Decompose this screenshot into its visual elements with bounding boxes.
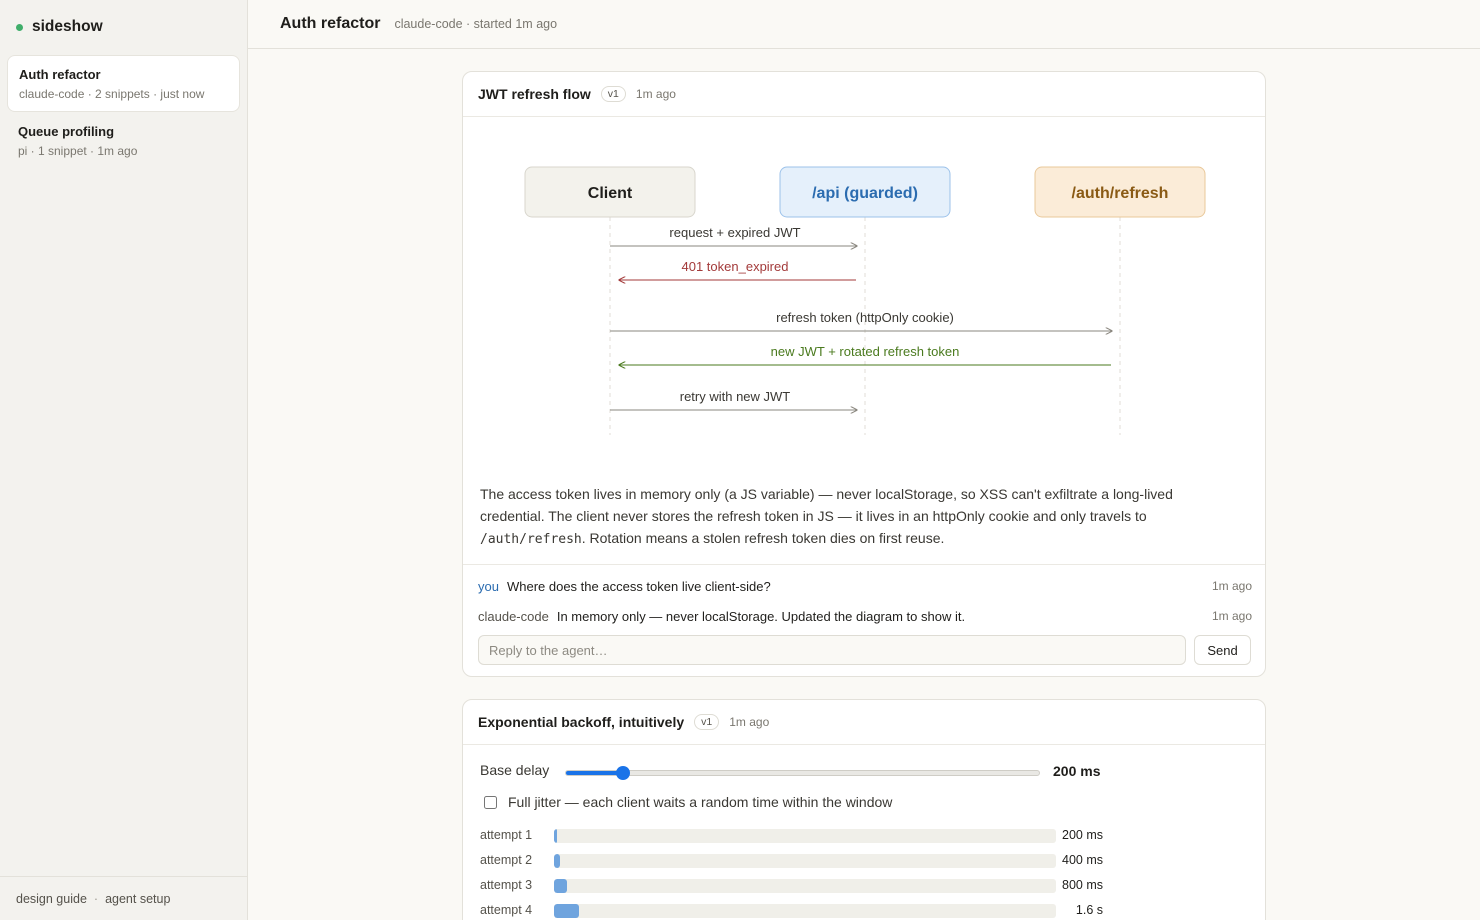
snippet-card-jwt: JWT refresh flow v1 1m ago Client /api (… bbox=[462, 71, 1266, 677]
message-author: claude-code bbox=[478, 608, 549, 624]
attempt-fill bbox=[554, 904, 580, 918]
attempt-bar bbox=[554, 879, 1056, 893]
attempt-value: 400 ms bbox=[1062, 853, 1103, 867]
sequence-diagram: Client /api (guarded) /auth/refresh requ… bbox=[524, 166, 1206, 435]
attempt-bar bbox=[554, 829, 1056, 843]
attempt-value: 200 ms bbox=[1062, 828, 1103, 842]
jitter-toggle[interactable]: Full jitter — each client waits a random… bbox=[484, 794, 892, 810]
base-delay-row: Base delay bbox=[480, 762, 549, 778]
status-dot-icon bbox=[16, 23, 23, 31]
page-meta: claude-code · started 1m ago bbox=[394, 17, 558, 31]
chat-thread: you Where does the access token live cli… bbox=[463, 564, 1265, 665]
attempt-label: attempt 4 bbox=[480, 903, 533, 917]
attempt-label: attempt 2 bbox=[480, 853, 533, 867]
send-button[interactable]: Send bbox=[1194, 635, 1251, 665]
attempt-label: attempt 3 bbox=[480, 878, 533, 892]
message-label: 401 token_expired bbox=[682, 259, 789, 274]
jitter-label: Full jitter — each client waits a random… bbox=[508, 794, 893, 810]
attempt-bar bbox=[554, 904, 1056, 918]
session-item-auth-refactor[interactable]: Auth refactor claude-code · 2 snippets ·… bbox=[7, 55, 240, 112]
attempt-value: 800 ms bbox=[1062, 878, 1103, 892]
message-401: 401 token_expired bbox=[619, 259, 856, 280]
session-title: Auth refactor bbox=[19, 67, 101, 82]
card-time: 1m ago bbox=[729, 715, 770, 729]
message-author: you bbox=[478, 578, 499, 594]
attempt-value: 1.6 s bbox=[1075, 903, 1103, 917]
card-title: JWT refresh flow bbox=[478, 86, 591, 102]
sidebar-footer: design guide · agent setup bbox=[0, 876, 248, 920]
version-badge: v1 bbox=[600, 86, 626, 102]
attempt-row: attempt 4 1.6 s bbox=[480, 903, 1120, 919]
sidebar: sideshow Auth refactor claude-code · 2 s… bbox=[0, 0, 248, 920]
participant-auth: /auth/refresh bbox=[1034, 166, 1206, 218]
chat-message: claude-code In memory only — never local… bbox=[478, 606, 1252, 626]
chat-message: you Where does the access token live cli… bbox=[478, 576, 1252, 596]
session-meta: pi · 1 snippet · 1m ago bbox=[18, 144, 138, 158]
footer-separator: · bbox=[93, 891, 99, 906]
snippet-card-backoff: Exponential backoff, intuitively v1 1m a… bbox=[462, 699, 1266, 920]
message-request: request + expired JWT bbox=[610, 225, 857, 246]
message-refresh: refresh token (httpOnly cookie) bbox=[610, 310, 1112, 331]
participant-label: Client bbox=[588, 185, 633, 202]
attempt-bar bbox=[554, 854, 1056, 868]
design-guide-link[interactable]: design guide bbox=[16, 892, 87, 906]
participant-api: /api (guarded) bbox=[779, 166, 951, 218]
slider-label: Base delay bbox=[480, 762, 550, 778]
description-code: /auth/refresh bbox=[480, 532, 582, 547]
card-time: 1m ago bbox=[635, 87, 676, 101]
version-badge: v1 bbox=[694, 714, 720, 730]
card-header: JWT refresh flow v1 1m ago bbox=[463, 72, 1265, 117]
session-item-queue-profiling[interactable]: Queue profiling pi · 1 snippet · 1m ago bbox=[7, 113, 240, 170]
snippet-description: The access token lives in memory only (a… bbox=[480, 483, 1240, 551]
slider-value: 200 ms bbox=[1053, 763, 1101, 779]
description-text: . Rotation means a stolen refresh token … bbox=[581, 530, 945, 546]
page-header: Auth refactor claude-code · started 1m a… bbox=[248, 0, 1480, 49]
brand: sideshow bbox=[16, 18, 103, 36]
message-label: request + expired JWT bbox=[669, 225, 800, 240]
message-label: refresh token (httpOnly cookie) bbox=[776, 310, 954, 325]
attempt-label: attempt 1 bbox=[480, 828, 533, 842]
attempt-row: attempt 3 800 ms bbox=[480, 878, 1120, 894]
participant-label: /api (guarded) bbox=[812, 185, 918, 202]
message-text: In memory only — never localStorage. Upd… bbox=[556, 608, 966, 624]
agent-setup-link[interactable]: agent setup bbox=[105, 892, 170, 906]
reply-input[interactable] bbox=[478, 635, 1186, 665]
app-name: sideshow bbox=[32, 18, 103, 35]
card-header: Exponential backoff, intuitively v1 1m a… bbox=[463, 700, 1265, 745]
attempt-fill bbox=[554, 854, 561, 868]
message-retry: retry with new JWT bbox=[610, 389, 857, 410]
attempt-row: attempt 1 200 ms bbox=[480, 828, 1120, 844]
jitter-checkbox[interactable] bbox=[484, 795, 497, 809]
attempt-fill bbox=[554, 879, 567, 893]
message-label: retry with new JWT bbox=[680, 389, 791, 404]
message-time: 1m ago bbox=[1211, 609, 1252, 623]
session-meta: claude-code · 2 snippets · just now bbox=[19, 87, 205, 101]
message-time: 1m ago bbox=[1211, 579, 1252, 593]
base-delay-slider[interactable] bbox=[565, 766, 1040, 780]
message-text: Where does the access token live client-… bbox=[506, 578, 771, 594]
card-title: Exponential backoff, intuitively bbox=[478, 714, 685, 730]
slider-fill bbox=[566, 771, 623, 775]
session-title: Queue profiling bbox=[18, 124, 115, 139]
attempt-fill bbox=[554, 829, 557, 843]
message-label: new JWT + rotated refresh token bbox=[771, 344, 960, 359]
slider-thumb[interactable] bbox=[615, 766, 630, 780]
attempt-row: attempt 2 400 ms bbox=[480, 853, 1120, 869]
participant-label: /auth/refresh bbox=[1072, 185, 1169, 202]
participant-client: Client bbox=[524, 166, 696, 218]
description-text: The access token lives in memory only (a… bbox=[480, 486, 1173, 524]
page-title: Auth refactor bbox=[280, 15, 381, 32]
